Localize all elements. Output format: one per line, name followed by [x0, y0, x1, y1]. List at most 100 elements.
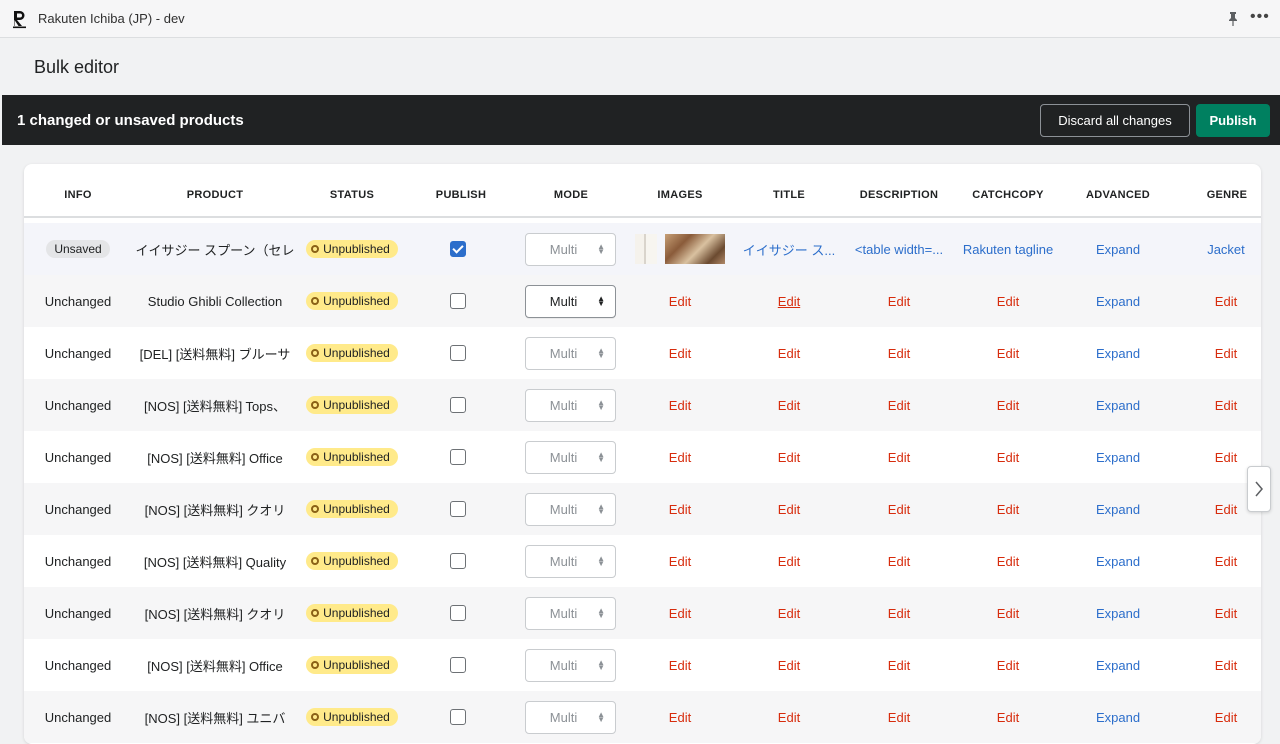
info-text: Unchanged	[44, 397, 112, 413]
publish-checkbox[interactable]	[450, 501, 466, 517]
images-edit-link[interactable]: Edit	[634, 431, 726, 483]
advanced-expand-link[interactable]: Expand	[1064, 379, 1172, 431]
title-edit-link[interactable]: Edit	[736, 327, 842, 379]
title-edit-link[interactable]: Edit	[736, 379, 842, 431]
catchcopy-edit-link[interactable]: Edit	[954, 535, 1062, 587]
table-row: Unchanged [NOS] [送料無料] Quality Unpublish…	[24, 535, 1261, 587]
catchcopy-link[interactable]: Rakuten tagline	[954, 223, 1062, 275]
genre-edit-link[interactable]: Edit	[1184, 535, 1261, 587]
title-edit-link[interactable]: Edit	[736, 431, 842, 483]
scroll-right-button[interactable]	[1247, 466, 1271, 512]
column-header-images: IMAGES	[657, 189, 703, 201]
genre-edit-link[interactable]: Edit	[1184, 275, 1261, 327]
publish-checkbox[interactable]	[450, 449, 466, 465]
advanced-expand-link[interactable]: Expand	[1064, 431, 1172, 483]
images-edit-link[interactable]: Edit	[634, 639, 726, 691]
description-edit-link[interactable]: Edit	[846, 431, 952, 483]
more-horizontal-icon[interactable]: •••	[1250, 9, 1269, 28]
title-edit-link[interactable]: Edit	[736, 275, 842, 327]
app-titlebar: Rakuten Ichiba (JP) - dev •••	[0, 0, 1280, 38]
images-edit-link[interactable]: Edit	[634, 379, 726, 431]
catchcopy-edit-link[interactable]: Edit	[954, 639, 1062, 691]
description-edit-link[interactable]: Edit	[846, 587, 952, 639]
advanced-expand-link[interactable]: Expand	[1064, 223, 1172, 275]
genre-edit-link[interactable]: Edit	[1184, 379, 1261, 431]
product-images[interactable]	[634, 223, 726, 275]
publish-checkbox[interactable]	[450, 345, 466, 361]
advanced-expand-link[interactable]: Expand	[1064, 587, 1172, 639]
publish-button[interactable]: Publish	[1196, 104, 1270, 137]
genre-edit-link[interactable]: Edit	[1184, 639, 1261, 691]
images-edit-link[interactable]: Edit	[634, 535, 726, 587]
description-edit-link[interactable]: Edit	[846, 327, 952, 379]
title-edit-link[interactable]: Edit	[736, 691, 842, 743]
mode-select[interactable]: Multi ▲ ▼	[525, 544, 616, 578]
genre-link[interactable]: Jacket	[1184, 223, 1261, 275]
publish-checkbox[interactable]	[450, 241, 466, 257]
genre-edit-link[interactable]: Edit	[1184, 327, 1261, 379]
mode-select[interactable]: Multi ▲ ▼	[525, 596, 616, 630]
publish-checkbox[interactable]	[450, 657, 466, 673]
advanced-expand-link[interactable]: Expand	[1064, 639, 1172, 691]
images-edit-link[interactable]: Edit	[634, 327, 726, 379]
table-row: Unchanged [NOS] [送料無料] クオリ Unpublished M…	[24, 587, 1261, 639]
catchcopy-edit-link[interactable]: Edit	[954, 379, 1062, 431]
description-edit-link[interactable]: Edit	[846, 535, 952, 587]
publish-checkbox[interactable]	[450, 553, 466, 569]
status-dot-icon	[311, 505, 320, 513]
mode-select[interactable]: Multi ▲ ▼	[525, 492, 616, 526]
catchcopy-edit-link[interactable]: Edit	[954, 587, 1062, 639]
status-badge: Unpublished	[306, 448, 398, 466]
product-name: [DEL] [送料無料] ブルーサ	[139, 346, 291, 362]
table-header: INFO PRODUCT STATUS PUBLISH MODE IMAGES …	[24, 164, 1261, 218]
images-edit-link[interactable]: Edit	[634, 691, 726, 743]
images-edit-link[interactable]: Edit	[634, 587, 726, 639]
images-edit-link[interactable]: Edit	[634, 275, 726, 327]
description-edit-link[interactable]: Edit	[846, 483, 952, 535]
catchcopy-edit-link[interactable]: Edit	[954, 483, 1062, 535]
discard-all-changes-button[interactable]: Discard all changes	[1040, 104, 1190, 137]
pin-icon[interactable]	[1226, 11, 1240, 27]
mode-select[interactable]: Multi ▲ ▼	[525, 336, 616, 370]
advanced-expand-link[interactable]: Expand	[1064, 327, 1172, 379]
catchcopy-edit-link[interactable]: Edit	[954, 327, 1062, 379]
description-edit-link[interactable]: Edit	[846, 691, 952, 743]
advanced-expand-link[interactable]: Expand	[1064, 535, 1172, 587]
product-thumbnail	[665, 234, 725, 264]
select-arrows-icon: ▲ ▼	[597, 553, 605, 568]
images-edit-link[interactable]: Edit	[634, 483, 726, 535]
description-edit-link[interactable]: Edit	[846, 639, 952, 691]
column-header-info: INFO	[64, 189, 92, 201]
catchcopy-edit-link[interactable]: Edit	[954, 431, 1062, 483]
title-edit-link[interactable]: Edit	[736, 639, 842, 691]
catchcopy-edit-link[interactable]: Edit	[954, 275, 1062, 327]
mode-select[interactable]: Multi ▲ ▼	[525, 232, 616, 266]
mode-select[interactable]: Multi ▲ ▼	[525, 700, 616, 734]
mode-select[interactable]: Multi ▲ ▼	[525, 388, 616, 422]
genre-edit-link[interactable]: Edit	[1184, 691, 1261, 743]
title-link[interactable]: イイサジー ス...	[736, 223, 842, 275]
description-link[interactable]: <table width=...	[846, 223, 952, 275]
publish-checkbox[interactable]	[450, 709, 466, 725]
column-header-description: DESCRIPTION	[859, 189, 939, 201]
advanced-expand-link[interactable]: Expand	[1064, 275, 1172, 327]
publish-checkbox[interactable]	[450, 397, 466, 413]
title-edit-link[interactable]: Edit	[736, 535, 842, 587]
title-edit-link[interactable]: Edit	[736, 483, 842, 535]
description-edit-link[interactable]: Edit	[846, 275, 952, 327]
advanced-expand-link[interactable]: Expand	[1064, 691, 1172, 743]
mode-select[interactable]: Multi ▲ ▼	[525, 648, 616, 682]
select-arrows-icon: ▲ ▼	[597, 657, 605, 672]
publish-checkbox[interactable]	[450, 605, 466, 621]
product-thumbnail	[635, 234, 657, 264]
catchcopy-edit-link[interactable]: Edit	[954, 691, 1062, 743]
status-dot-icon	[311, 245, 320, 253]
publish-checkbox[interactable]	[450, 293, 466, 309]
advanced-expand-link[interactable]: Expand	[1064, 483, 1172, 535]
mode-select[interactable]: Multi ▲ ▼	[525, 440, 616, 474]
mode-select[interactable]: Multi ▲ ▼	[525, 284, 616, 318]
status-badge: Unpublished	[306, 344, 398, 362]
description-edit-link[interactable]: Edit	[846, 379, 952, 431]
title-edit-link[interactable]: Edit	[736, 587, 842, 639]
genre-edit-link[interactable]: Edit	[1184, 587, 1261, 639]
